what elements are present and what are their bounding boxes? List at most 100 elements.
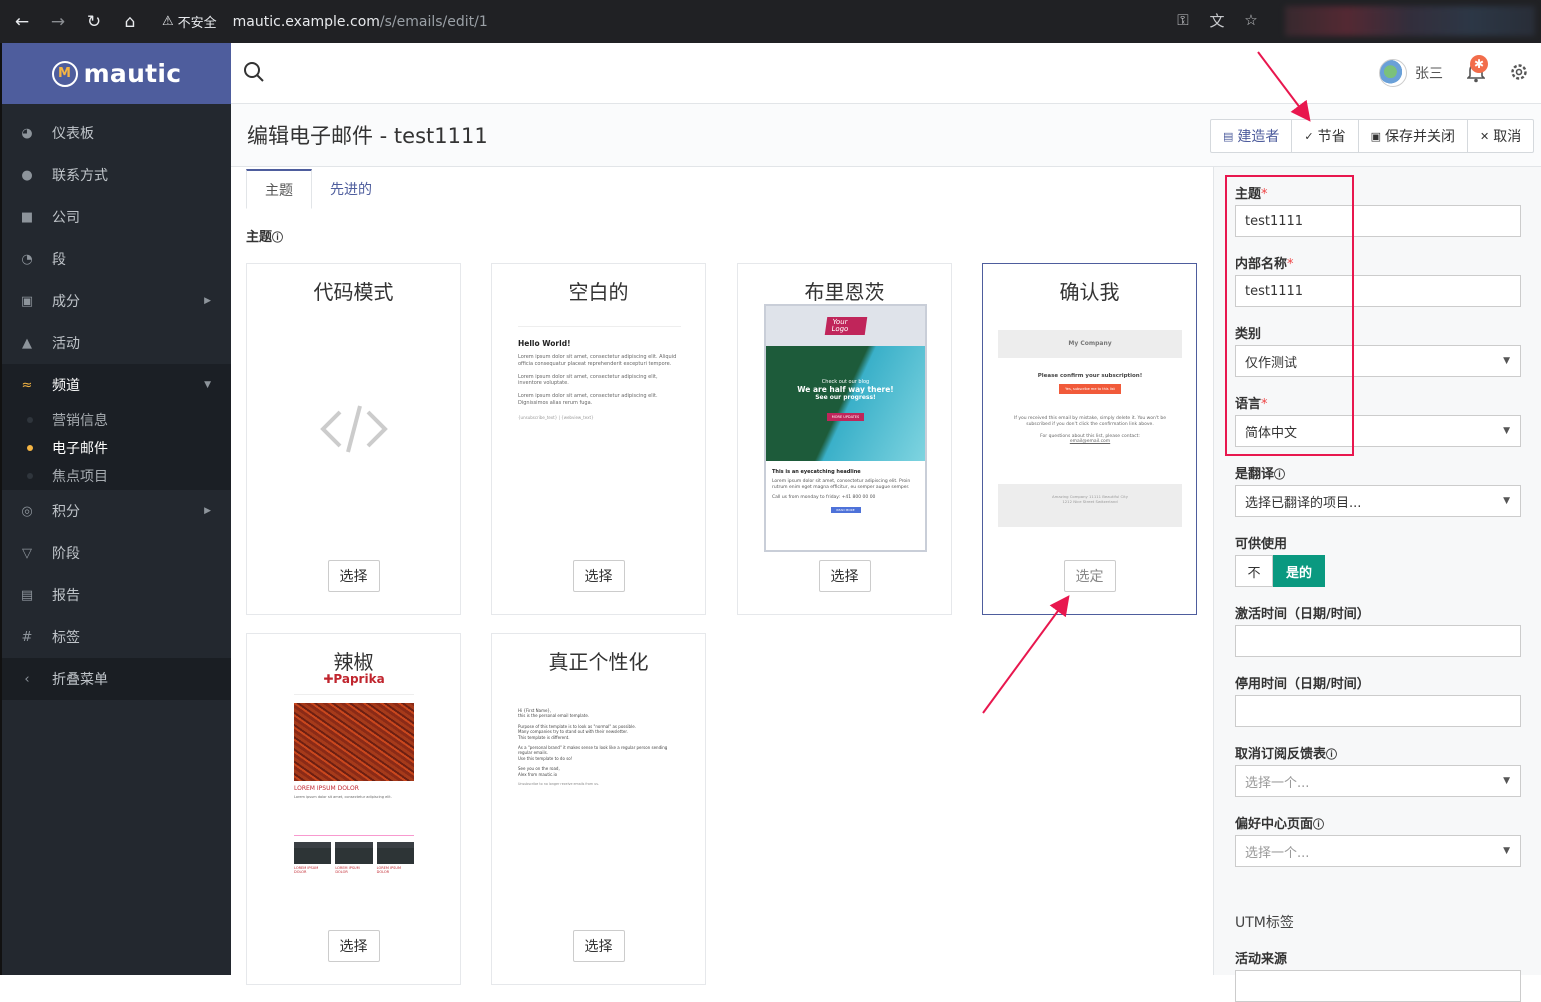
puzzle-icon: ▣ <box>20 293 34 309</box>
translate-icon[interactable]: 文 <box>1206 8 1228 32</box>
pie-icon: ◔ <box>21 251 33 267</box>
selected-theme-button[interactable]: 选定 <box>1063 560 1116 592</box>
sidebar-item-label: 阶段 <box>52 546 80 562</box>
search-icon[interactable] <box>243 61 265 83</box>
sidebar-item-campaigns[interactable]: ▲ 活动 <box>2 322 231 364</box>
published-yes-button[interactable]: 是的 <box>1273 555 1325 587</box>
select-theme-button[interactable]: 选择 <box>572 930 625 962</box>
theme-preview-paprika: ✚Paprika LOREM IPSUM DOLOR Lorem ipsum d… <box>294 672 414 922</box>
sidebar-subitem-focus-items[interactable]: 焦点项目 <box>2 462 231 490</box>
close-icon: ✕ <box>1480 129 1490 143</box>
code-icon <box>320 405 388 453</box>
tab-theme[interactable]: 主题 <box>246 169 312 209</box>
save-close-button[interactable]: ▣ 保存并关闭 <box>1359 120 1469 152</box>
translation-select[interactable]: 选择已翻译的项目... ▼ <box>1235 485 1521 517</box>
floppy-icon: ▣ <box>1370 129 1382 143</box>
cancel-button[interactable]: ✕ 取消 <box>1468 120 1533 152</box>
preview-col-heading: LOREM IPSUM DOLOR <box>294 866 319 874</box>
sidebar-item-dashboard[interactable]: ◕ 仪表板 <box>2 112 231 154</box>
building-icon: ■ <box>20 209 34 225</box>
translation-placeholder: 选择已翻译的项目... <box>1245 495 1362 511</box>
theme-card-personal: 真正个性化 Hi {First Name}, this is the perso… <box>491 633 706 985</box>
sidebar-item-tags[interactable]: # 标签 <box>2 616 231 658</box>
user-name[interactable]: 张三 <box>1415 63 1443 83</box>
sidebar-subitem-label: 营销信息 <box>52 413 108 429</box>
preview-logo: Your Logo <box>824 317 867 335</box>
key-icon[interactable]: ⚿ <box>1172 8 1194 32</box>
caret-down-icon: ▼ <box>1503 496 1510 506</box>
address-bar[interactable]: mautic.example.com/s/emails/edit/1 <box>233 14 488 30</box>
preference-center-select[interactable]: 选择一个... ▼ <box>1235 835 1521 867</box>
caret-down-icon: ▼ <box>1503 776 1510 786</box>
preview-hero: We are half way there! <box>797 385 894 394</box>
sidebar-item-label: 联系方式 <box>52 168 108 184</box>
sidebar-item-label: 段 <box>52 252 66 268</box>
sidebar-subitem-marketing-messages[interactable]: 营销信息 <box>2 406 231 434</box>
builder-icon: ▤ <box>1223 129 1234 143</box>
sidebar-item-channels[interactable]: ≈ 频道 ▼ <box>2 364 231 406</box>
reload-icon[interactable]: ↻ <box>76 4 112 40</box>
collapse-menu-button[interactable]: ‹ 折叠菜单 <box>2 658 231 700</box>
theme-preview-blank: Hello World! Lorem ipsum dolor sit amet,… <box>518 304 681 552</box>
sidebar-item-reports[interactable]: ▤ 报告 <box>2 574 231 616</box>
publish-down-input[interactable] <box>1235 695 1521 727</box>
preview-heading: Hello World! <box>518 339 571 348</box>
save-button[interactable]: ✓ 节省 <box>1292 120 1359 152</box>
theme-section-label: 主题ⓘ <box>246 226 283 245</box>
theme-title: 辣椒 <box>333 650 374 674</box>
chevron-left-icon: ‹ <box>24 671 30 687</box>
tab-advanced[interactable]: 先进的 <box>312 169 390 209</box>
insecure-indicator[interactable]: ⚠ 不安全 <box>162 12 217 31</box>
builder-button[interactable]: ▤ 建造者 <box>1211 120 1293 152</box>
rss-icon: ≈ <box>21 377 33 393</box>
published-no-button[interactable]: 不 <box>1235 555 1273 587</box>
sidebar-item-stages[interactable]: ▽ 阶段 <box>2 532 231 574</box>
sidebar-item-label: 频道 <box>52 378 80 394</box>
theme-preview-personal: Hi {First Name}, this is the personal em… <box>518 708 681 956</box>
home-icon[interactable]: ⌂ <box>112 4 148 40</box>
preview-text: this is the personal email template. <box>518 713 590 719</box>
back-icon[interactable]: ← <box>4 4 40 40</box>
main-menu: ◕ 仪表板 ● 联系方式 ■ 公司 ◔ 段 ▣ 成分 ▶ ▲ 活动 ≈ 频道 ▼ 营销信息 电子邮… <box>2 104 231 700</box>
translation-label: 是翻译ⓘ <box>1235 463 1285 482</box>
theme-title: 代码模式 <box>313 280 394 304</box>
preview-footer: Amazing Company 11111 Beautiful City 121… <box>1052 494 1128 505</box>
sidebar-item-contacts[interactable]: ● 联系方式 <box>2 154 231 196</box>
unsubscribe-form-select[interactable]: 选择一个... ▼ <box>1235 765 1521 797</box>
mautic-logo[interactable]: Mmautic <box>2 43 231 104</box>
forward-icon[interactable]: → <box>40 4 76 40</box>
sidebar-subitem-emails[interactable]: 电子邮件 <box>2 434 231 462</box>
caret-down-icon: ▼ <box>1503 846 1510 856</box>
sidebar-item-companies[interactable]: ■ 公司 <box>2 196 231 238</box>
caret-down-icon: ▼ <box>1503 426 1510 436</box>
help-icon[interactable]: ⓘ <box>1326 748 1337 761</box>
sidebar-item-points[interactable]: ◎ 积分 ▶ <box>2 490 231 532</box>
avatar[interactable] <box>1379 59 1407 87</box>
annotation-highlight-box <box>1225 175 1354 456</box>
gear-icon[interactable] <box>1509 62 1529 82</box>
publish-up-input[interactable] <box>1235 625 1521 657</box>
mautic-logo-icon: M <box>51 60 78 87</box>
select-theme-button[interactable]: 选择 <box>327 930 380 962</box>
help-icon[interactable]: ⓘ <box>272 231 283 244</box>
browser-toolbar: ← → ↻ ⌂ ⚠ 不安全 mautic.example.com/s/email… <box>0 0 1541 43</box>
sidebar-item-segments[interactable]: ◔ 段 <box>2 238 231 280</box>
channels-submenu: 营销信息 电子邮件 焦点项目 <box>2 406 231 490</box>
theme-card-brienz: 布里恩茨 Your Logo Check out our blog We are… <box>737 263 952 615</box>
help-icon[interactable]: ⓘ <box>1313 818 1324 831</box>
select-theme-button[interactable]: 选择 <box>572 560 625 592</box>
sidebar-item-label: 积分 <box>52 504 80 520</box>
select-theme-button[interactable]: 选择 <box>818 560 871 592</box>
caret-down-icon: ▼ <box>1503 356 1510 366</box>
preference-center-label: 偏好中心页面ⓘ <box>1235 813 1324 832</box>
preview-message: Please confirm your subscription! <box>1037 373 1143 379</box>
sidebar-item-components[interactable]: ▣ 成分 ▶ <box>2 280 231 322</box>
help-icon[interactable]: ⓘ <box>1274 468 1285 481</box>
select-theme-button[interactable]: 选择 <box>327 560 380 592</box>
toolbar-button-group: ▤ 建造者 ✓ 节省 ▣ 保存并关闭 ✕ 取消 <box>1210 119 1535 153</box>
preview-text: Use this template to do so! <box>518 755 573 761</box>
star-icon[interactable]: ☆ <box>1240 8 1262 32</box>
tab-bar: 主题 先进的 <box>246 169 390 209</box>
url-path: /s/emails/edit/1 <box>379 13 488 30</box>
sidebar-item-label: 报告 <box>52 588 80 604</box>
